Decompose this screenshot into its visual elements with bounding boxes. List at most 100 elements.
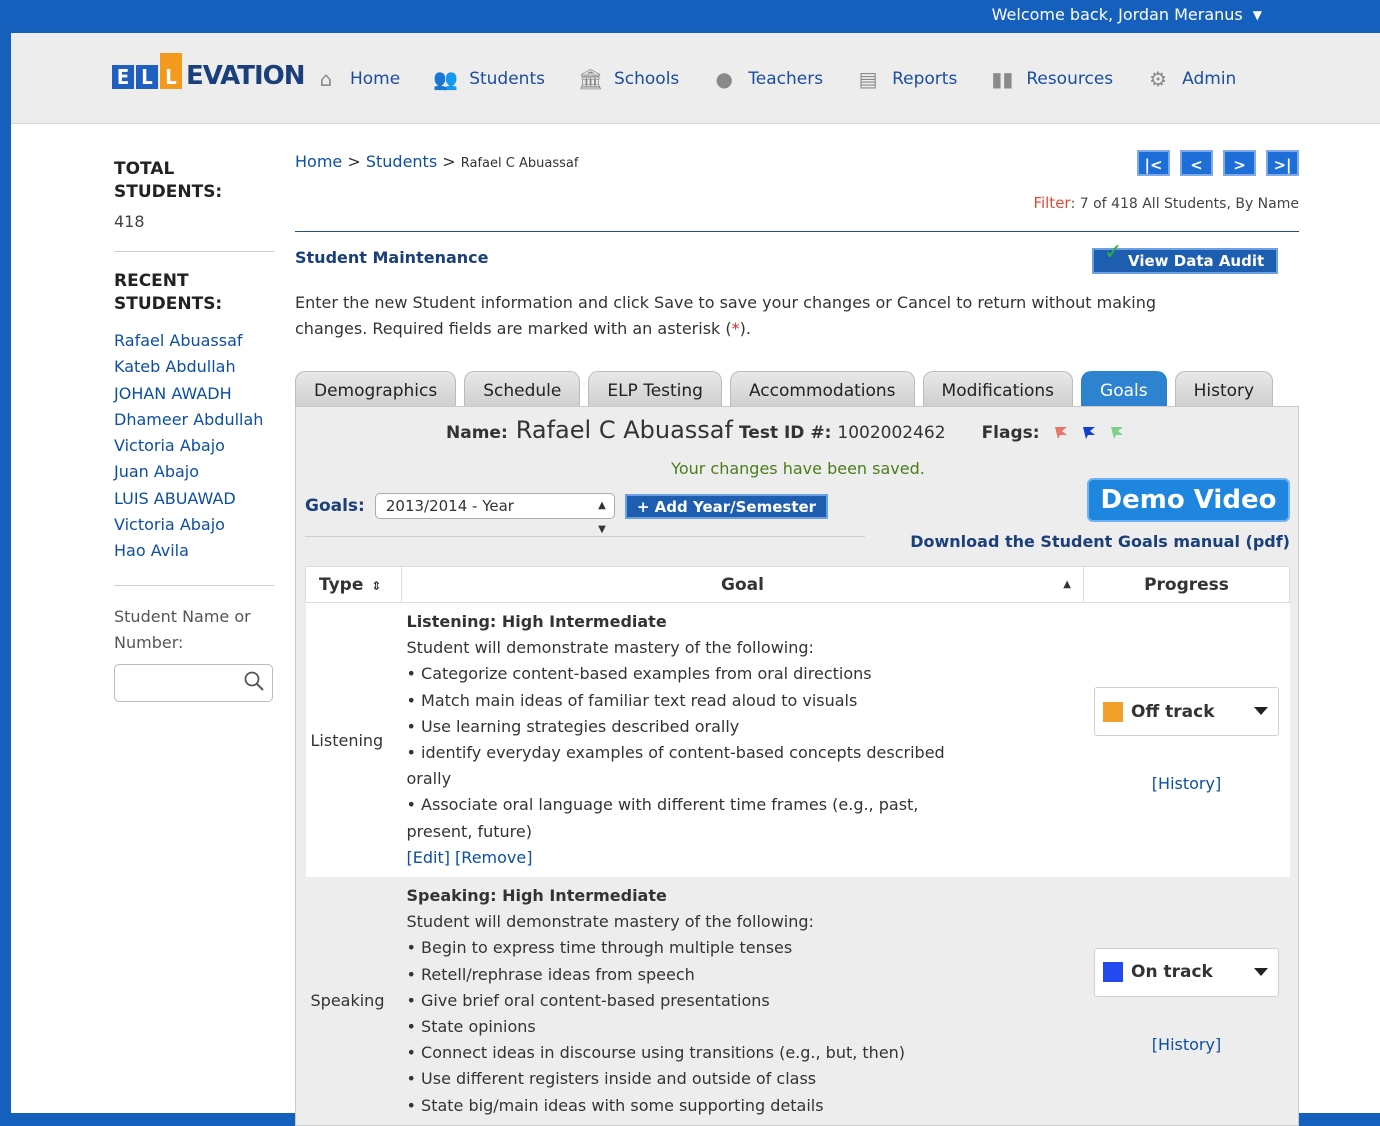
filter-label[interactable]: Filter	[1033, 194, 1070, 212]
intro-body: Enter the new Student information and cl…	[295, 293, 1156, 338]
nav-admin-label: Admin	[1182, 69, 1237, 89]
progress-history-link[interactable]: [History]	[1085, 774, 1289, 793]
tab-goals[interactable]: Goals	[1081, 371, 1167, 407]
header: E L L EVATION ⌂ Home 👥 Students 🏛 School…	[11, 33, 1380, 124]
recent-student-link[interactable]: JOHAN AWADH	[114, 381, 274, 407]
view-data-audit-button[interactable]: ✓ View Data Audit	[1092, 242, 1278, 274]
recent-student-link[interactable]: Dhameer Abdullah	[114, 407, 274, 433]
search-icon[interactable]	[244, 671, 264, 691]
edit-remove-links[interactable]: [Edit] [Remove]	[407, 848, 533, 867]
nav-resources[interactable]: ▮▮ Resources	[990, 67, 1113, 91]
goal-bullet: • Begin to express time through multiple…	[406, 938, 793, 958]
goal-bullet-text: identify everyday examples of content-ba…	[406, 743, 945, 789]
student-search-label: Student Name or Number:	[114, 606, 251, 652]
main-nav: ⌂ Home 👥 Students 🏛 Schools ● Teachers ▤…	[314, 67, 1269, 91]
add-year-semester-button[interactable]: + Add Year/Semester	[624, 493, 829, 519]
type-column-header[interactable]: Type ⇕	[305, 566, 402, 603]
total-students-count: 418	[114, 212, 145, 231]
breadcrumb-students[interactable]: Students	[366, 152, 437, 171]
recent-student-link[interactable]: Victoria Abajo	[114, 433, 274, 459]
goal-intro: Student will demonstrate mastery of the …	[406, 638, 814, 658]
nav-teachers[interactable]: ● Teachers	[712, 67, 824, 91]
page-title: Student Maintenance	[295, 248, 489, 267]
flag-icon[interactable]	[1082, 426, 1096, 440]
tab-accommodations[interactable]: Accommodations	[729, 371, 915, 407]
nav-schools[interactable]: 🏛 Schools	[578, 67, 679, 91]
test-id-label: Test ID #:	[738, 423, 832, 443]
nav-teachers-label: Teachers	[748, 69, 824, 89]
goal-bullet-text: Use learning strategies described orally	[421, 716, 740, 736]
prev-record-button[interactable]: <	[1180, 150, 1213, 176]
user-menu[interactable]: Welcome back, Jordan Meranus ▼	[992, 5, 1262, 24]
save-confirmation: Your changes have been saved.	[671, 459, 925, 478]
student-search-input[interactable]	[114, 663, 273, 702]
sort-icon: ⇕	[371, 578, 382, 593]
goal-bullet: • Use learning strategies described oral…	[406, 716, 740, 736]
top-bar: Welcome back, Jordan Meranus ▼	[0, 0, 1380, 33]
first-record-button[interactable]: |<	[1137, 150, 1170, 176]
goals-manual-link[interactable]: Download the Student Goals manual (pdf)	[910, 532, 1290, 551]
table-row: Listening Listening: High Intermediate S…	[305, 602, 1290, 878]
recent-student-link[interactable]: Kateb Abdullah	[114, 354, 274, 380]
goal-period-select[interactable]: 2013/2014 - Year ▲ ▼	[374, 493, 615, 535]
tab-history[interactable]: History	[1174, 371, 1274, 407]
nav-reports[interactable]: ▤ Reports	[856, 67, 958, 91]
apple-icon: ●	[715, 67, 733, 91]
ellevation-logo[interactable]: E L L EVATION	[112, 49, 305, 89]
tab-demographics[interactable]: Demographics	[295, 371, 457, 407]
goal-description: Speaking: High Intermediate Student will…	[402, 877, 1084, 1125]
goals-table: Type ⇕ Goal ▲ Progress Listening Listening…	[305, 566, 1290, 1125]
next-record-button[interactable]: >	[1223, 150, 1256, 176]
goals-divider	[305, 536, 865, 537]
tab-modifications[interactable]: Modifications	[922, 371, 1074, 407]
goal-period-value: 2013/2014 - Year	[385, 497, 514, 515]
nav-students[interactable]: 👥 Students	[433, 67, 545, 91]
goal-bullet-text: State big/main ideas with some supportin…	[421, 1095, 824, 1115]
tab-elp-testing[interactable]: ELP Testing	[588, 371, 722, 407]
recent-student-link[interactable]: LUIS ABUAWAD	[114, 486, 274, 512]
status-swatch	[1103, 701, 1123, 722]
progress-dropdown[interactable]: On track	[1094, 947, 1279, 997]
goal-bullet-text: Connect ideas in discourse using transit…	[421, 1043, 906, 1063]
progress-history-link[interactable]: [History]	[1085, 1035, 1289, 1054]
recent-student-link[interactable]: Juan Abajo	[114, 459, 274, 485]
logo-letter-l1: L	[136, 65, 158, 89]
select-arrows-icon: ▲ ▼	[598, 500, 606, 535]
dropdown-arrow-icon	[1254, 967, 1268, 976]
tab-schedule[interactable]: Schedule	[464, 371, 581, 407]
goal-bullet: • Retell/rephrase ideas from speech	[406, 964, 695, 984]
progress-column-header: Progress	[1083, 566, 1290, 603]
last-record-button[interactable]: >|	[1266, 150, 1299, 176]
sidebar-divider	[114, 584, 274, 586]
home-icon: ⌂	[319, 67, 333, 91]
flag-icon[interactable]	[1110, 426, 1124, 440]
sidebar: TOTAL STUDENTS: 418 RECENT STUDENTS: Raf…	[114, 158, 274, 702]
recent-student-link[interactable]: Rafael Abuassaf	[114, 328, 274, 354]
progress-value: On track	[1131, 962, 1213, 983]
recent-student-link[interactable]: Victoria Abajo	[114, 512, 274, 538]
breadcrumb-sep: >	[442, 152, 456, 171]
student-name: Rafael C Abuassaf	[515, 416, 733, 444]
goal-bullet-text: Categorize content-based examples from o…	[421, 664, 872, 684]
caret-down-icon: ▼	[1252, 7, 1262, 22]
breadcrumb-current: Rafael C Abuassaf	[460, 156, 579, 171]
breadcrumb-home[interactable]: Home	[295, 152, 342, 171]
goal-bullet-text: Match main ideas of familiar text read a…	[421, 690, 858, 710]
intro-text: Enter the new Student information and cl…	[295, 290, 1195, 342]
intro-end: ).	[739, 319, 751, 338]
flag-icon[interactable]	[1054, 426, 1068, 440]
logo-letter-e: E	[112, 65, 134, 89]
goal-bullet-text: Retell/rephrase ideas from speech	[421, 964, 695, 984]
recent-students-list: Rafael Abuassaf Kateb Abdullah JOHAN AWA…	[114, 328, 274, 565]
school-icon: 🏛	[577, 67, 604, 91]
goal-column-header[interactable]: Goal ▲	[401, 566, 1084, 603]
nav-admin[interactable]: ⚙ Admin	[1146, 67, 1236, 91]
goal-type: Listening	[310, 730, 384, 750]
goals-label: Goals:	[305, 496, 365, 516]
goal-bullet: • Match main ideas of familiar text read…	[406, 690, 858, 710]
goal-type: Speaking	[310, 991, 385, 1011]
nav-home[interactable]: ⌂ Home	[314, 67, 401, 91]
demo-video-button[interactable]: Demo Video	[1087, 478, 1290, 522]
recent-student-link[interactable]: Hao Avila	[114, 538, 274, 564]
progress-dropdown[interactable]: Off track	[1094, 687, 1279, 737]
